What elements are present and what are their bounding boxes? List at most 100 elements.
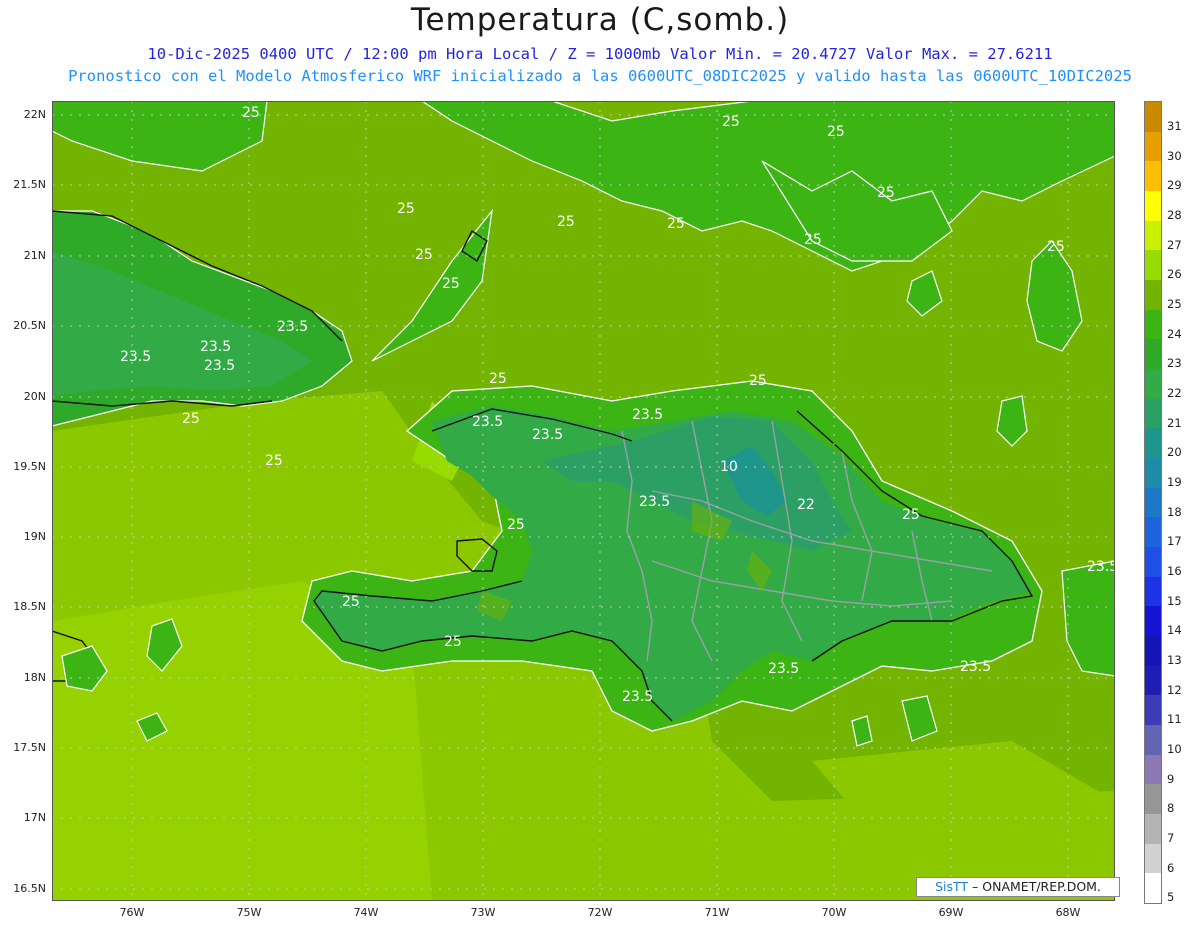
contour-label: 23.5: [204, 358, 235, 374]
contour-label: 23.5: [277, 319, 308, 335]
contour-label: 23.5: [622, 689, 653, 705]
lat-label-21-5n: 21.5N: [13, 178, 46, 191]
lon-label-72w: 72W: [587, 906, 613, 919]
color-legend-label: 5: [1167, 890, 1175, 905]
contour-label: 23.5: [120, 349, 151, 365]
color-legend-label: 24: [1167, 326, 1182, 341]
lat-label-22n: 22N: [23, 108, 46, 121]
contour-label: 23.5: [472, 414, 503, 430]
contour-label: 25: [265, 453, 283, 469]
lat-label-20-5n: 20.5N: [13, 319, 46, 332]
color-legend-label: 9: [1167, 771, 1175, 786]
lat-label-18-5n: 18.5N: [13, 600, 46, 613]
contour-label: 25: [507, 517, 525, 533]
color-legend-label: 10: [1167, 742, 1182, 756]
forecast-time-subtitle: 10-Dic-2025 0400 UTC / 12:00 pm Hora Loc…: [147, 45, 1053, 63]
color-legend-swatch: [1145, 517, 1161, 548]
color-legend-label: 21: [1167, 415, 1182, 430]
contour-label: 25: [667, 216, 685, 232]
color-legend-label: 17: [1167, 534, 1182, 549]
color-legend-swatch: [1145, 428, 1161, 459]
color-legend-label: 28: [1167, 208, 1182, 222]
contour-label: 23.5: [768, 661, 799, 677]
color-legend-swatch: [1145, 547, 1161, 577]
credit-text: – ONAMET/REP.DOM.: [972, 879, 1101, 894]
color-legend-swatch: [1145, 102, 1161, 132]
contour-label: 25: [444, 634, 462, 650]
contour-label: 25: [397, 201, 415, 217]
color-legend-label: 7: [1167, 831, 1175, 845]
color-legend-label: 8: [1167, 801, 1175, 816]
color-legend-swatch: [1145, 695, 1161, 726]
color-legend-swatch: [1145, 487, 1161, 518]
contour-label: 10: [720, 459, 738, 475]
lon-label-69w: 69W: [938, 906, 964, 919]
lon-label-73w: 73W: [470, 906, 496, 919]
color-legend-swatch: [1145, 665, 1161, 696]
color-legend-swatch: [1145, 576, 1161, 607]
color-legend-swatch: [1145, 191, 1161, 221]
color-legend-label: 23: [1167, 356, 1182, 371]
contour-label: 25: [242, 105, 260, 121]
contour-label: 25: [902, 507, 920, 523]
color-legend-swatch: [1145, 873, 1161, 904]
lat-label-19n: 19N: [23, 530, 46, 543]
color-legend-swatch: [1145, 606, 1161, 637]
lat-label-21n: 21N: [23, 249, 46, 262]
contour-label: 25: [182, 411, 200, 427]
contour-label: 23.5: [532, 427, 563, 443]
contour-label: 25: [749, 373, 767, 389]
color-legend-label: 13: [1167, 653, 1182, 667]
color-legend-swatch: [1145, 131, 1161, 162]
color-legend-label: 16: [1167, 564, 1182, 578]
lon-label-76w: 76W: [119, 906, 145, 919]
temperature-map: 25 25 25 25 25 25 25 25 25 25 25 25 25 25 25 25 25 25 25 23…: [52, 101, 1115, 901]
lat-label-17-5n: 17.5N: [13, 741, 46, 754]
color-legend-swatch: [1145, 220, 1161, 251]
lat-label-20n: 20N: [23, 390, 46, 403]
color-legend-label: 14: [1167, 623, 1182, 638]
lon-label-71w: 71W: [704, 906, 730, 919]
lat-label-17n: 17N: [23, 811, 46, 824]
contour-label: 25: [1047, 239, 1065, 255]
contour-label: 25: [489, 371, 507, 387]
contour-label: 23.5: [639, 494, 670, 510]
color-legend-label: 22: [1167, 386, 1182, 400]
color-legend-bar: [1144, 101, 1162, 904]
color-legend-label: 25: [1167, 297, 1182, 311]
contour-label: 25: [342, 594, 360, 610]
color-legend-swatch: [1145, 398, 1161, 429]
contour-label: 25: [442, 276, 460, 292]
color-legend-swatch: [1145, 250, 1161, 281]
contour-label: 25: [557, 214, 575, 230]
contour-label: 23.5: [960, 659, 991, 675]
contour-label: 25: [722, 114, 740, 130]
color-legend-swatch: [1145, 843, 1161, 874]
color-legend-swatch: [1145, 339, 1161, 370]
lat-label-19-5n: 19.5N: [13, 460, 46, 473]
lon-label-74w: 74W: [353, 906, 379, 919]
color-legend-label: 30: [1167, 148, 1182, 163]
contour-label: 25: [877, 185, 895, 201]
contour-label: 23.5: [200, 339, 231, 355]
color-legend-swatch: [1145, 280, 1161, 310]
color-legend-swatch: [1145, 754, 1161, 785]
map-title: Temperatura (C,somb.): [410, 2, 790, 38]
lon-label-70w: 70W: [821, 906, 847, 919]
color-legend-swatch: [1145, 161, 1161, 192]
color-legend-swatch: [1145, 309, 1161, 340]
color-legend-swatch: [1145, 814, 1161, 844]
color-legend-swatch: [1145, 784, 1161, 815]
color-legend-label: 27: [1167, 237, 1182, 252]
color-legend-swatch: [1145, 458, 1161, 488]
lon-label-68w: 68W: [1055, 906, 1081, 919]
lat-label-18n: 18N: [23, 671, 46, 684]
color-legend-swatch: [1145, 725, 1161, 755]
color-legend-label: 12: [1167, 682, 1182, 697]
color-legend-label: 29: [1167, 178, 1182, 193]
color-legend-label: 20: [1167, 445, 1182, 460]
color-legend-label: 18: [1167, 504, 1182, 519]
color-legend-label: 26: [1167, 267, 1182, 282]
color-legend-swatch: [1145, 369, 1161, 399]
sispi-brand: SisTT: [935, 879, 969, 894]
